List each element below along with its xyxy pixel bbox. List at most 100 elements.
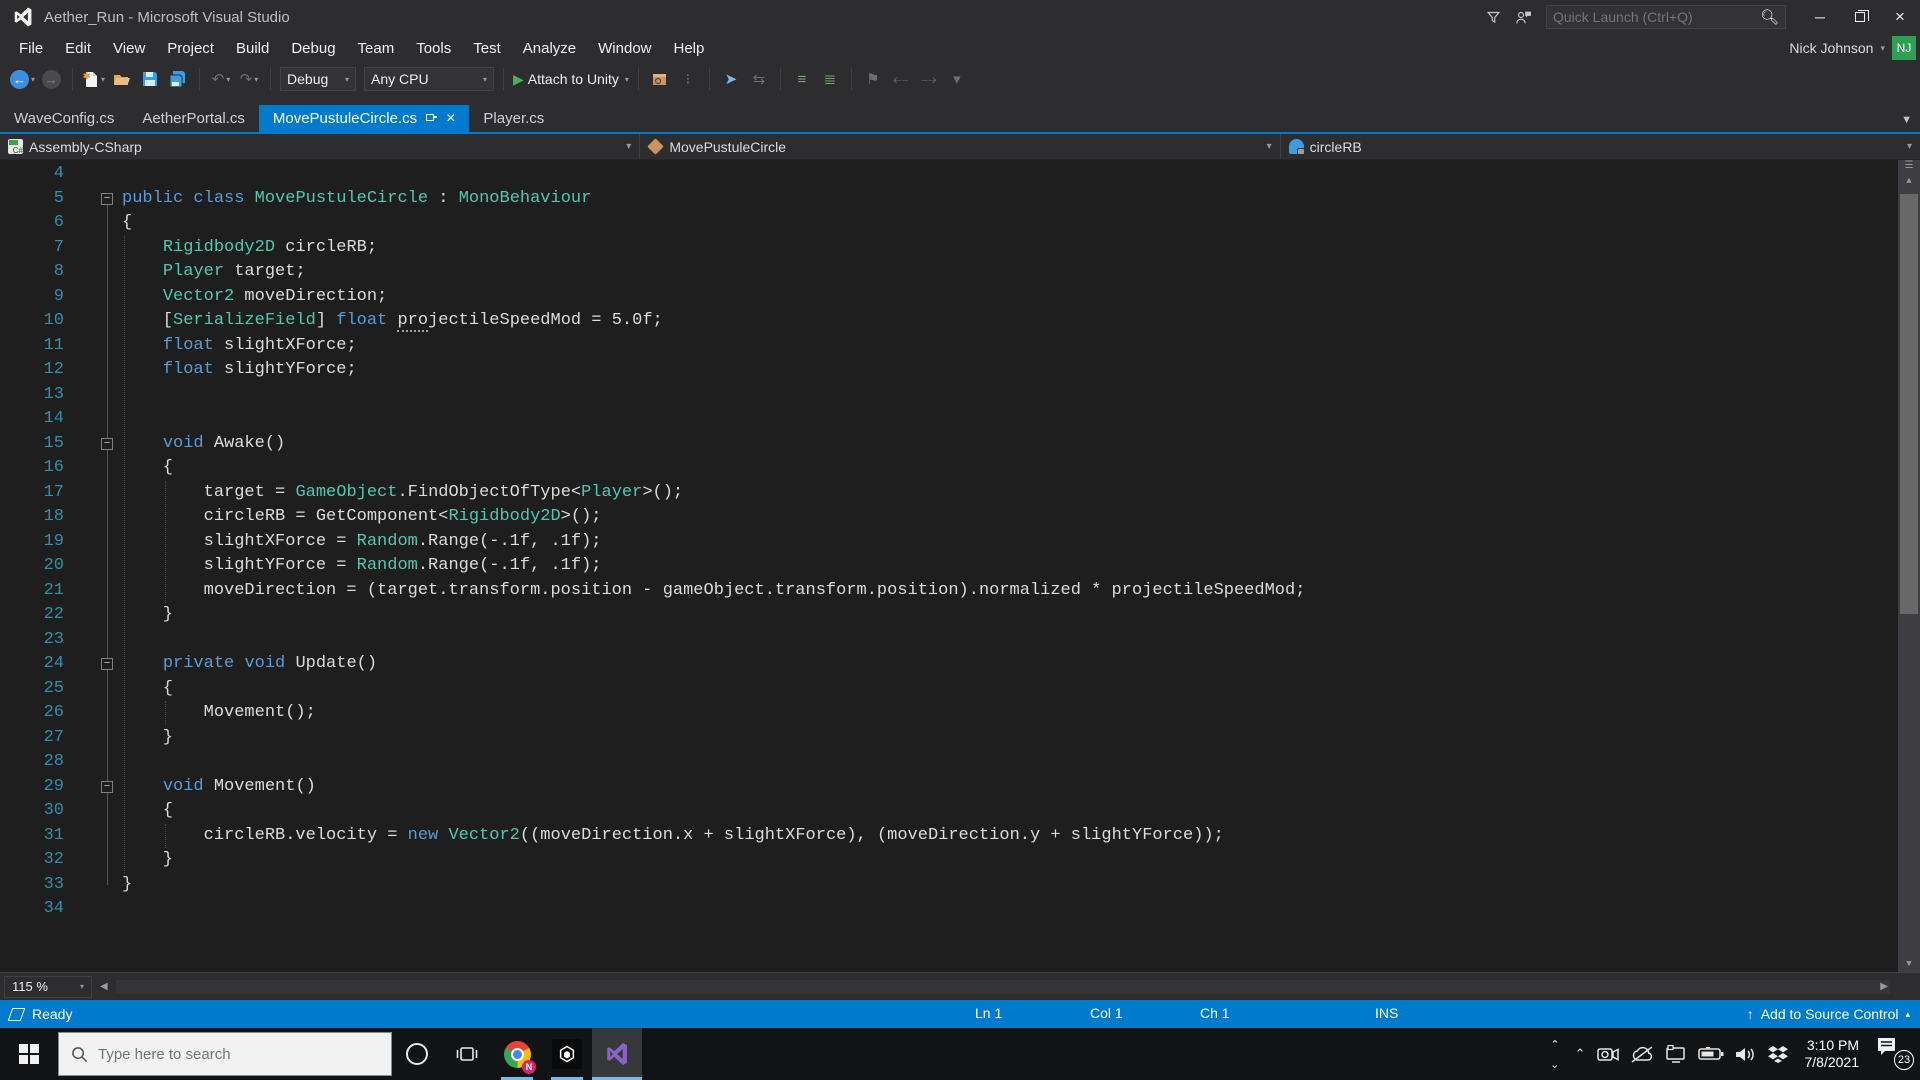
- tab-AetherPortal.cs[interactable]: AetherPortal.cs: [128, 105, 259, 132]
- code-line[interactable]: 4: [0, 162, 1898, 187]
- char-indicator[interactable]: Ch 1: [1200, 1005, 1230, 1021]
- code-line[interactable]: 12 float slightYForce;: [0, 358, 1898, 383]
- search-icon[interactable]: 🔍︎: [1760, 8, 1785, 26]
- increase-indent-icon[interactable]: ≣: [818, 67, 842, 91]
- code-line[interactable]: 9 Vector2 moveDirection;: [0, 285, 1898, 310]
- navigate-back-button[interactable]: ← ▾: [10, 67, 35, 91]
- scroll-right-icon[interactable]: ▶: [1872, 981, 1896, 992]
- code-editor[interactable]: 4 5− public class MovePustuleCircle : Mono…: [0, 160, 1920, 972]
- network-tray-icon[interactable]: [1665, 1045, 1687, 1063]
- code-line[interactable]: 29 − void Movement(): [0, 775, 1898, 800]
- code-line[interactable]: 25 {: [0, 677, 1898, 702]
- menu-analyze[interactable]: Analyze: [512, 37, 587, 60]
- sync-with-active-document-icon[interactable]: ➤: [719, 67, 743, 91]
- onedrive-offline-icon[interactable]: [1630, 1045, 1654, 1063]
- save-all-button[interactable]: [166, 67, 190, 91]
- undo-button[interactable]: ↶ ▾: [209, 67, 233, 91]
- previous-bookmark-icon[interactable]: ⤌: [889, 67, 913, 91]
- code-line[interactable]: 16 {: [0, 456, 1898, 481]
- attach-to-unity-button[interactable]: ▶ Attach to Unity ▾: [513, 67, 629, 91]
- code-line[interactable]: 34: [0, 897, 1898, 922]
- cortana-button[interactable]: [392, 1028, 442, 1080]
- bookmark-icon[interactable]: ⚑: [861, 67, 885, 91]
- solution-configuration-dropdown[interactable]: Debug ▾: [280, 67, 357, 91]
- redo-button[interactable]: ↷ ▾: [237, 67, 261, 91]
- code-line[interactable]: 19 slightXForce = Random.Range(-.1f, .1f…: [0, 530, 1898, 555]
- menu-help[interactable]: Help: [663, 37, 716, 60]
- split-editor-handle[interactable]: ☰: [1898, 162, 1920, 172]
- menu-build[interactable]: Build: [225, 37, 280, 60]
- battery-tray-icon[interactable]: [1697, 1047, 1724, 1061]
- menu-window[interactable]: Window: [587, 37, 662, 60]
- code-line[interactable]: 14: [0, 407, 1898, 432]
- volume-tray-icon[interactable]: [1735, 1046, 1757, 1063]
- scroll-down-icon[interactable]: ▼: [1898, 959, 1920, 969]
- code-line[interactable]: 7 Rigidbody2D circleRB;: [0, 236, 1898, 261]
- add-to-source-control-button[interactable]: ↑ Add to Source Control ▴: [1747, 1000, 1910, 1028]
- code-line[interactable]: 32 }: [0, 848, 1898, 873]
- menu-project[interactable]: Project: [156, 37, 225, 60]
- code-line[interactable]: 33}: [0, 873, 1898, 898]
- toolbar-extra-icon[interactable]: ⁝: [676, 67, 700, 91]
- minimize-button[interactable]: ─: [1800, 3, 1840, 31]
- code-line[interactable]: 6{: [0, 211, 1898, 236]
- tab-Player.cs[interactable]: Player.cs: [469, 105, 558, 132]
- visual-studio-taskbar-icon[interactable]: [592, 1028, 642, 1080]
- code-line[interactable]: 30 {: [0, 799, 1898, 824]
- code-line[interactable]: 31 circleRB.velocity = new Vector2((move…: [0, 824, 1898, 849]
- horizontal-scrollbar[interactable]: [115, 979, 1890, 994]
- new-file-button[interactable]: ✱ ▾: [82, 67, 106, 91]
- scrollbar-thumb[interactable]: [1900, 194, 1918, 614]
- zoom-level-dropdown[interactable]: 115 % ▾: [4, 975, 92, 998]
- task-view-button[interactable]: [442, 1028, 492, 1080]
- code-line[interactable]: 15 − void Awake(): [0, 432, 1898, 457]
- close-tab-icon[interactable]: ×: [446, 110, 455, 127]
- line-indicator[interactable]: Ln 1: [975, 1005, 1002, 1021]
- code-line[interactable]: 23: [0, 628, 1898, 653]
- code-line[interactable]: 18 circleRB = GetComponent<Rigidbody2D>(…: [0, 505, 1898, 530]
- feedback-filter-icon[interactable]: [1478, 4, 1508, 30]
- collapse-button[interactable]: −: [101, 192, 113, 205]
- menu-team[interactable]: Team: [347, 37, 406, 60]
- code-line[interactable]: 27 }: [0, 726, 1898, 751]
- user-name[interactable]: Nick Johnson: [1789, 40, 1873, 56]
- code-line[interactable]: 8 Player target;: [0, 260, 1898, 285]
- save-button[interactable]: [138, 67, 162, 91]
- scroll-up-icon[interactable]: ▲: [1898, 176, 1920, 186]
- comment-out-icon[interactable]: ⇆: [747, 67, 771, 91]
- collapse-button[interactable]: −: [101, 658, 113, 670]
- solution-platform-dropdown[interactable]: Any CPU ▾: [364, 67, 495, 91]
- dropbox-tray-icon[interactable]: [1767, 1045, 1788, 1063]
- decrease-indent-icon[interactable]: ≡: [790, 67, 814, 91]
- code-line[interactable]: 28: [0, 750, 1898, 775]
- editor-vertical-scrollbar[interactable]: ☰ ▲ ▼: [1898, 160, 1920, 972]
- code-line[interactable]: 20 slightYForce = Random.Range(-.1f, .1f…: [0, 554, 1898, 579]
- tray-scroll-up-icon[interactable]: ⌃: [1550, 1040, 1559, 1051]
- start-button[interactable]: [0, 1028, 58, 1080]
- menu-test[interactable]: Test: [462, 37, 512, 60]
- taskbar-search-input[interactable]: [98, 1045, 379, 1063]
- code-line[interactable]: 11 float slightXForce;: [0, 334, 1898, 359]
- type-dropdown[interactable]: MovePustuleCircle ▾: [640, 134, 1281, 159]
- menu-edit[interactable]: Edit: [54, 37, 102, 60]
- show-hidden-icons-chevron[interactable]: ⌃: [1575, 1047, 1586, 1060]
- find-in-files-icon[interactable]: [648, 67, 672, 91]
- code-line[interactable]: 10 [SerializeField] float projectileSpee…: [0, 309, 1898, 334]
- project-dropdown[interactable]: Assembly-CSharp ▾: [0, 134, 641, 159]
- scroll-left-icon[interactable]: ◀: [92, 981, 116, 992]
- menu-debug[interactable]: Debug: [280, 37, 346, 60]
- code-line[interactable]: 22 }: [0, 603, 1898, 628]
- collapse-button[interactable]: −: [101, 437, 113, 450]
- code-line[interactable]: 21 moveDirection = (target.transform.pos…: [0, 579, 1898, 604]
- next-bookmark-icon[interactable]: ⤍: [917, 67, 941, 91]
- menu-file[interactable]: File: [8, 37, 54, 60]
- avatar[interactable]: NJ: [1892, 36, 1916, 60]
- toolbar-overflow-icon[interactable]: ▾: [945, 67, 969, 91]
- restore-button[interactable]: [1840, 3, 1880, 31]
- code-line[interactable]: 13: [0, 383, 1898, 408]
- open-file-button[interactable]: [110, 67, 134, 91]
- user-dropdown-icon[interactable]: ▾: [1880, 43, 1885, 54]
- action-center-button[interactable]: 23: [1876, 1036, 1914, 1072]
- menu-view[interactable]: View: [102, 37, 156, 60]
- taskbar-clock[interactable]: 3:10 PM 7/8/2021: [1805, 1037, 1860, 1071]
